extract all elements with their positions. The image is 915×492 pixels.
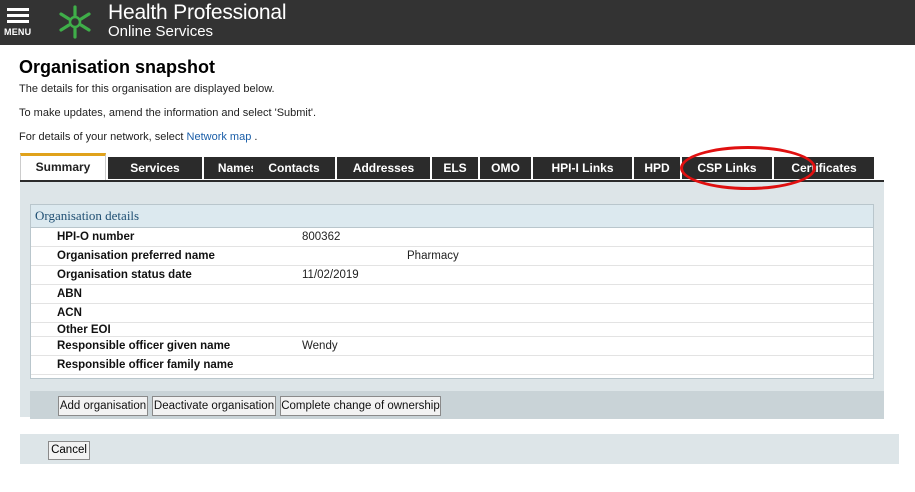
menu-button[interactable]: MENU bbox=[4, 4, 38, 40]
tab-services[interactable]: Services bbox=[108, 157, 202, 179]
action-bar: Add organisation Deactivate organisation… bbox=[30, 391, 884, 419]
hpio-number-value: 800362 bbox=[302, 231, 341, 243]
detail-label: HPI-O number bbox=[57, 231, 135, 243]
cancel-button[interactable]: Cancel bbox=[48, 441, 90, 460]
tab-els[interactable]: ELS bbox=[432, 157, 478, 179]
hamburger-icon-bar bbox=[7, 20, 29, 23]
status-date-value: 11/02/2019 bbox=[302, 269, 359, 281]
tab-addresses[interactable]: Addresses bbox=[337, 157, 430, 179]
given-name-value: Wendy bbox=[302, 340, 338, 352]
detail-label: Other EOI bbox=[57, 324, 111, 336]
page-title: Organisation snapshot bbox=[19, 57, 216, 77]
tab-contacts[interactable]: Contacts bbox=[253, 157, 335, 179]
detail-row: Responsible officer family name bbox=[31, 356, 873, 375]
network-map-link[interactable]: Network map bbox=[187, 131, 252, 143]
tab-csp-links[interactable]: CSP Links bbox=[682, 157, 772, 179]
top-bar: MENU Health Professional Online Services bbox=[0, 0, 915, 45]
summary-panel: Organisation details HPI-O number 800362… bbox=[20, 180, 884, 419]
brand-line2: Online Services bbox=[108, 23, 214, 40]
organisation-details-heading: Organisation details bbox=[31, 205, 873, 228]
preferred-name-value: Pharmacy bbox=[407, 250, 459, 262]
detail-label: ABN bbox=[57, 288, 82, 300]
change-ownership-button[interactable]: Complete change of ownership bbox=[280, 396, 441, 416]
tab-hpi-i-links[interactable]: HPI-I Links bbox=[533, 157, 632, 179]
detail-label: ACN bbox=[57, 307, 82, 319]
deactivate-organisation-button[interactable]: Deactivate organisation bbox=[152, 396, 276, 416]
intro-text-3-prefix: For details of your network, select bbox=[19, 131, 187, 143]
detail-row: Responsible officer given name Wendy bbox=[31, 337, 873, 356]
detail-label: Responsible officer given name bbox=[57, 340, 231, 352]
hamburger-icon-bar bbox=[7, 14, 29, 17]
tab-bar: Summary Services Names Contacts Addresse… bbox=[20, 153, 884, 180]
intro-text-2: To make updates, amend the information a… bbox=[19, 107, 317, 119]
organisation-details-box: Organisation details HPI-O number 800362… bbox=[30, 204, 874, 379]
intro-text-1: The details for this organisation are di… bbox=[19, 83, 275, 95]
detail-label: Organisation status date bbox=[57, 269, 192, 281]
brand-line1: Health Professional bbox=[108, 1, 287, 24]
detail-label: Responsible officer family name bbox=[57, 359, 234, 371]
menu-label: MENU bbox=[4, 27, 32, 37]
tab-hpd[interactable]: HPD bbox=[634, 157, 680, 179]
add-organisation-button[interactable]: Add organisation bbox=[58, 396, 148, 416]
redacted-area bbox=[282, 252, 400, 265]
cancel-bar: Cancel bbox=[20, 434, 899, 464]
tab-certificates[interactable]: Certificates bbox=[774, 157, 874, 179]
detail-label: Organisation preferred name bbox=[57, 250, 215, 262]
intro-text-3: For details of your network, select Netw… bbox=[19, 131, 257, 143]
detail-row: HPI-O number 800362 bbox=[31, 228, 873, 247]
detail-row: ACN bbox=[31, 304, 873, 323]
detail-row: ABN bbox=[31, 285, 873, 304]
tab-omo[interactable]: OMO bbox=[480, 157, 531, 179]
detail-row: Organisation preferred name Pharmacy bbox=[31, 247, 873, 266]
intro-text-3-suffix: . bbox=[251, 131, 258, 143]
redacted-area bbox=[342, 232, 430, 245]
brand-title: Health Professional Online Services bbox=[108, 1, 287, 40]
hpos-logo-icon bbox=[59, 5, 91, 39]
hamburger-icon bbox=[7, 8, 29, 11]
detail-row: Other EOI bbox=[31, 323, 873, 337]
detail-row: Organisation status date 11/02/2019 bbox=[31, 266, 873, 285]
tab-summary[interactable]: Summary bbox=[20, 153, 106, 180]
